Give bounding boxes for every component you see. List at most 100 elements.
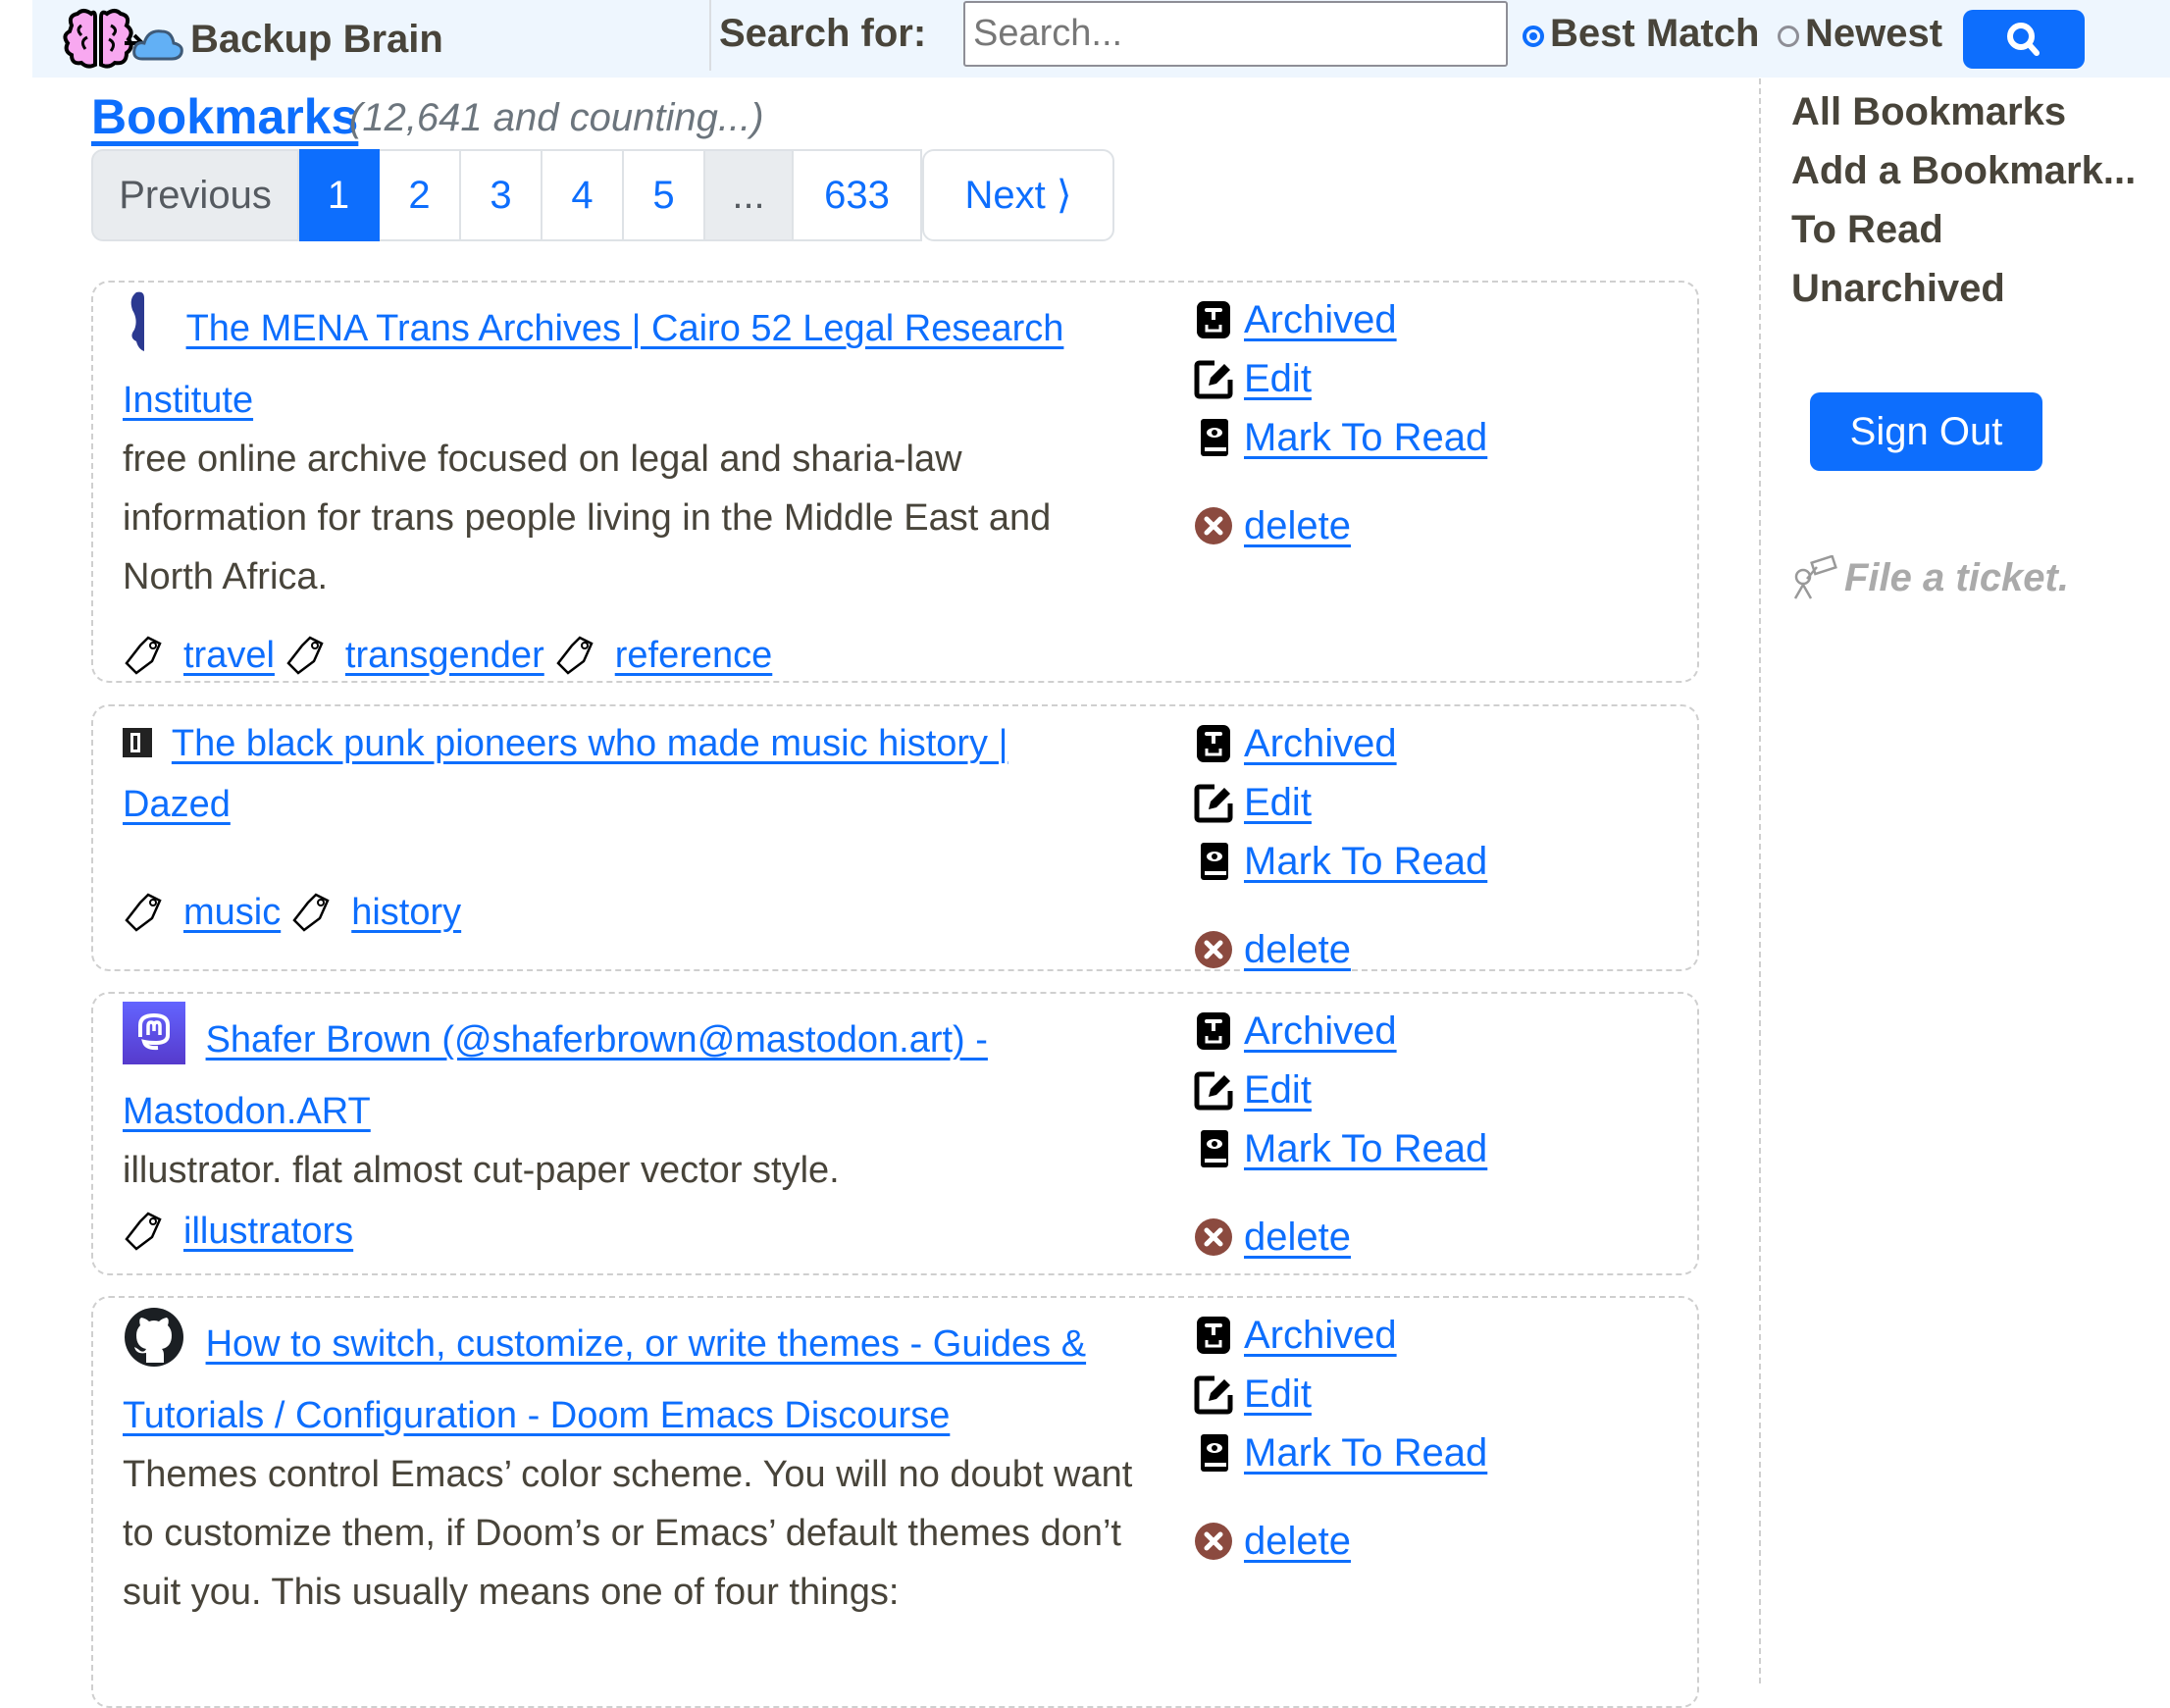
tag-link[interactable]: travel <box>183 635 275 677</box>
archived-link[interactable]: Archived <box>1244 1002 1397 1061</box>
tag-icon <box>292 893 330 932</box>
bookmark-actions: Archived Edit Mark To Read delete <box>1193 1306 1487 1571</box>
sort-option-label: Best Match <box>1550 12 1760 55</box>
edit-action[interactable]: Edit <box>1193 349 1487 408</box>
bookmark-title-link[interactable]: Shafer Brown (@shaferbrown@mastodon.art)… <box>123 1019 988 1132</box>
page-title: Bookmarks <box>91 88 358 145</box>
header-divider <box>709 0 711 71</box>
search-input[interactable] <box>963 1 1508 67</box>
delete-circle-x-icon <box>1195 931 1232 968</box>
pagination-next[interactable]: Next ⟩ <box>922 149 1114 241</box>
github-icon <box>123 1306 185 1386</box>
mark-to-read-link[interactable]: Mark To Read <box>1244 832 1487 891</box>
edit-link[interactable]: Edit <box>1244 1365 1312 1423</box>
sidebar-divider <box>1759 78 1761 1683</box>
mark-to-read-action[interactable]: Mark To Read <box>1193 408 1487 467</box>
edit-icon <box>1194 1071 1233 1111</box>
search-button[interactable] <box>1963 10 2085 69</box>
bookmark-actions: Archived Edit Mark To Read delete <box>1193 290 1487 555</box>
edit-action[interactable]: Edit <box>1193 1365 1487 1423</box>
file-ticket-link[interactable]: File a ticket. <box>1791 555 2069 600</box>
search-label: Search for: <box>719 12 927 55</box>
sort-newest-radio[interactable]: Newest <box>1778 12 1942 56</box>
sort-best-match-radio[interactable]: Best Match <box>1523 12 1759 56</box>
pagination: Previous 1 2 3 4 5 ... 633 Next ⟩ <box>91 149 1114 241</box>
file-ticket-label: File a ticket. <box>1844 555 2069 599</box>
sidebar-item-add-bookmark[interactable]: Add a Bookmark... <box>1791 141 2136 200</box>
app-title: Backup Brain <box>190 17 443 61</box>
delete-circle-x-icon <box>1195 1523 1232 1560</box>
edit-link[interactable]: Edit <box>1244 773 1312 832</box>
sidebar-item-all-bookmarks[interactable]: All Bookmarks <box>1791 82 2136 141</box>
archived-link[interactable]: Archived <box>1244 714 1397 773</box>
tag-link[interactable]: reference <box>615 635 773 677</box>
bookmark-title-link[interactable]: How to switch, customize, or write theme… <box>123 1323 1086 1436</box>
mark-to-read-action[interactable]: Mark To Read <box>1193 832 1487 891</box>
tag-list: music history <box>123 891 471 934</box>
edit-link[interactable]: Edit <box>1244 349 1312 408</box>
bookmark-card: How to switch, customize, or write theme… <box>91 1296 1699 1708</box>
sidebar-nav: All Bookmarks Add a Bookmark... To Read … <box>1791 82 2136 318</box>
delete-link[interactable]: delete <box>1244 1512 1351 1571</box>
book-eye-icon <box>1201 1434 1228 1472</box>
delete-link[interactable]: delete <box>1244 1208 1351 1267</box>
mark-to-read-action[interactable]: Mark To Read <box>1193 1119 1487 1178</box>
pagination-page[interactable]: 5 <box>624 149 705 241</box>
pagination-last-page[interactable]: 633 <box>794 149 922 241</box>
tag-link[interactable]: history <box>351 892 461 934</box>
pagination-page[interactable]: 4 <box>542 149 624 241</box>
mark-to-read-link[interactable]: Mark To Read <box>1244 408 1487 467</box>
mark-to-read-link[interactable]: Mark To Read <box>1244 1423 1487 1482</box>
pagination-page-current[interactable]: 1 <box>299 149 380 241</box>
archived-action[interactable]: Archived <box>1193 714 1487 773</box>
pagination-previous[interactable]: Previous <box>91 149 299 241</box>
bookmarks-title-link[interactable]: Bookmarks <box>91 89 358 144</box>
tag-icon <box>125 893 162 932</box>
person-holding-ticket-icon <box>1793 555 1837 599</box>
delete-action[interactable]: delete <box>1193 496 1487 555</box>
tag-link[interactable]: transgender <box>345 635 544 677</box>
tag-icon <box>556 636 594 675</box>
archived-link[interactable]: Archived <box>1244 1306 1397 1365</box>
archived-action[interactable]: Archived <box>1193 290 1487 349</box>
brand[interactable]: Backup Brain <box>62 9 443 69</box>
delete-link[interactable]: delete <box>1244 920 1351 979</box>
bookmark-description: illustrator. flat almost cut-paper vecto… <box>123 1150 840 1191</box>
bookmark-card: The black punk pioneers who made music h… <box>91 704 1699 971</box>
pagination-page[interactable]: 2 <box>380 149 461 241</box>
bookmark-title-link[interactable]: The black punk pioneers who made music h… <box>123 723 1008 825</box>
delete-action[interactable]: delete <box>1193 1208 1487 1267</box>
archived-action[interactable]: Archived <box>1193 1306 1487 1365</box>
edit-action[interactable]: Edit <box>1193 773 1487 832</box>
sidebar-item-unarchived[interactable]: Unarchived <box>1791 259 2136 318</box>
tag-list: travel transgender reference <box>123 634 782 677</box>
tag-icon <box>286 636 324 675</box>
sign-out-button[interactable]: Sign Out <box>1810 392 2042 471</box>
bookmark-title-link[interactable]: The MENA Trans Archives | Cairo 52 Legal… <box>123 308 1063 421</box>
archived-action[interactable]: Archived <box>1193 1002 1487 1061</box>
archive-icon <box>1197 725 1230 762</box>
mark-to-read-action[interactable]: Mark To Read <box>1193 1423 1487 1482</box>
tag-link[interactable]: illustrators <box>183 1211 353 1253</box>
archive-icon <box>1197 1317 1230 1354</box>
book-eye-icon <box>1201 1130 1228 1167</box>
bookmark-card: The MENA Trans Archives | Cairo 52 Legal… <box>91 281 1699 683</box>
delete-link[interactable]: delete <box>1244 496 1351 555</box>
edit-link[interactable]: Edit <box>1244 1061 1312 1119</box>
delete-action[interactable]: delete <box>1193 920 1487 979</box>
sidebar-item-to-read[interactable]: To Read <box>1791 200 2136 259</box>
archived-link[interactable]: Archived <box>1244 290 1397 349</box>
delete-action[interactable]: delete <box>1193 1512 1487 1571</box>
bookmark-actions: Archived Edit Mark To Read delete <box>1193 714 1487 979</box>
bookmark-count: (12,641 and counting...) <box>349 96 764 139</box>
edit-action[interactable]: Edit <box>1193 1061 1487 1119</box>
tag-list: illustrators <box>123 1210 363 1253</box>
bookmark-description: free online archive focused on legal and… <box>123 439 1052 597</box>
tag-link[interactable]: music <box>183 892 281 934</box>
search-icon <box>2007 23 2040 56</box>
mark-to-read-link[interactable]: Mark To Read <box>1244 1119 1487 1178</box>
pagination-ellipsis: ... <box>705 149 794 241</box>
bookmark-actions: Archived Edit Mark To Read delete <box>1193 1002 1487 1267</box>
pagination-page[interactable]: 3 <box>461 149 542 241</box>
brain-to-cloud-logo <box>63 9 183 69</box>
